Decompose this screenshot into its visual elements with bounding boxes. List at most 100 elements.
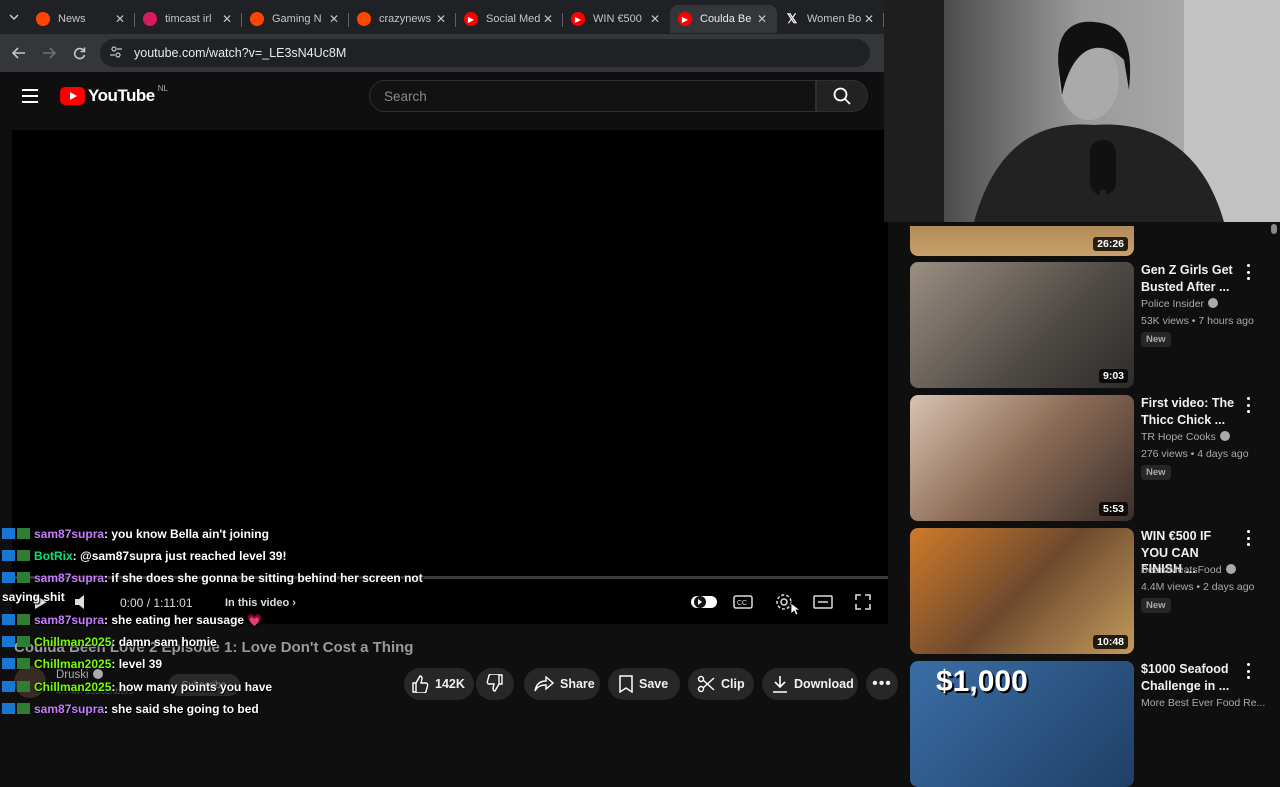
platform-badge-icon — [2, 658, 15, 669]
chat-username: BotRix — [34, 549, 73, 563]
dislike-button[interactable] — [476, 668, 514, 700]
browser-tab[interactable]: ▶ WIN €500 ✕ — [563, 5, 670, 33]
video-channel[interactable]: TR Hope Cooks — [1141, 431, 1230, 443]
chat-username: sam87supra — [34, 571, 105, 585]
platform-badge-icon — [17, 636, 30, 647]
like-button[interactable]: 142K — [404, 668, 474, 700]
clip-button[interactable]: Clip — [688, 668, 754, 700]
tab-title: WIN €500 — [593, 13, 642, 25]
reload-button[interactable] — [64, 38, 94, 68]
verified-icon — [1225, 564, 1236, 574]
close-tab-icon[interactable]: ✕ — [648, 12, 662, 26]
browser-tab[interactable]: ▶ Coulda Be ✕ — [670, 5, 777, 33]
theater-icon — [813, 595, 833, 609]
video-duration: 26:26 — [1093, 237, 1128, 251]
x-logo-icon: 𝕏 — [786, 11, 798, 26]
video-thumbnail[interactable]: 10:48 — [910, 528, 1134, 654]
close-tab-icon[interactable]: ✕ — [434, 12, 448, 26]
platform-badge-icon — [17, 528, 30, 539]
browser-tab[interactable]: News ✕ — [28, 5, 135, 33]
search-icon — [833, 87, 851, 105]
more-vertical-icon[interactable] — [1244, 530, 1252, 546]
video-thumbnail[interactable]: 9:03 — [910, 262, 1134, 388]
chat-text: : she said she going to bed — [104, 702, 259, 716]
platform-badge-icon — [2, 572, 15, 583]
tab-search-button[interactable] — [0, 0, 28, 34]
webcam-feed-image — [884, 0, 1280, 222]
new-badge: New — [1141, 598, 1171, 613]
site-favicon-icon — [357, 12, 371, 26]
close-tab-icon[interactable]: ✕ — [541, 12, 555, 26]
chapters-link[interactable]: In this video › — [225, 594, 296, 612]
mouse-cursor-icon — [790, 602, 800, 616]
more-vertical-icon[interactable] — [1244, 264, 1252, 280]
chat-username: sam87supra — [34, 613, 105, 627]
search-button[interactable] — [816, 80, 868, 112]
close-tab-icon[interactable]: ✕ — [327, 12, 341, 26]
scrollbar-thumb[interactable] — [1271, 224, 1277, 234]
video-channel[interactable]: BeardMeatsFood — [1141, 564, 1236, 576]
video-title[interactable]: First video: The Thicc Chick ... — [1141, 395, 1241, 428]
search-placeholder: Search — [384, 88, 427, 104]
video-channel[interactable]: Police Insider — [1141, 298, 1219, 310]
thumbnail-text: $1,000 — [936, 665, 1028, 698]
back-button[interactable] — [4, 38, 34, 68]
close-tab-icon[interactable]: ✕ — [113, 12, 127, 26]
site-favicon-icon — [250, 12, 264, 26]
share-icon — [534, 676, 554, 692]
platform-badge-icon — [17, 614, 30, 625]
menu-icon[interactable] — [22, 89, 38, 103]
search-input[interactable]: Search — [369, 80, 816, 112]
browser-tab[interactable]: timcast irl ✕ — [135, 5, 242, 33]
video-title[interactable]: $1000 Seafood Challenge in ... — [1141, 661, 1241, 694]
chat-username: Chillman2025 — [34, 635, 112, 649]
chat-message: sam87supra: you know Bella ain't joining — [2, 527, 269, 541]
clip-label: Clip — [721, 677, 745, 691]
browser-tab[interactable]: 𝕏 Women Bo ✕ — [777, 5, 884, 33]
youtube-play-icon — [60, 87, 85, 105]
video-title[interactable]: Gen Z Girls Get Busted After ... — [1141, 262, 1241, 295]
platform-badge-icon — [2, 614, 15, 625]
video-channel[interactable]: More Best Ever Food Re... — [1141, 697, 1265, 709]
chat-text: : if she does she gonna be sitting behin… — [104, 571, 423, 585]
browser-tab[interactable]: crazynews ✕ — [349, 5, 456, 33]
tab-title: timcast irl — [165, 13, 212, 25]
autoplay-toggle[interactable] — [690, 592, 718, 612]
share-button[interactable]: Share — [524, 668, 600, 700]
site-favicon-icon — [36, 12, 50, 26]
logo-text: YouTube — [88, 86, 155, 105]
toggle-icon — [691, 596, 717, 608]
more-horizontal-icon: ••• — [872, 675, 892, 692]
more-vertical-icon[interactable] — [1244, 397, 1252, 413]
site-info-icon[interactable] — [110, 45, 122, 61]
captions-button[interactable]: CC — [732, 592, 754, 612]
download-button[interactable]: Download — [762, 668, 858, 700]
thumbs-down-icon — [486, 672, 504, 695]
video-meta: 4.4M views • 2 days ago — [1141, 581, 1255, 593]
video-meta: 53K views • 7 hours ago — [1141, 315, 1254, 327]
theater-mode-button[interactable] — [812, 592, 834, 612]
youtube-logo[interactable]: YouTube NL — [60, 83, 168, 106]
fullscreen-button[interactable] — [852, 592, 874, 612]
url-field[interactable]: youtube.com/watch?v=_LE3sN4Uc8M — [100, 39, 870, 67]
chat-username: Chillman2025 — [34, 680, 112, 694]
browser-tab-bar: News ✕ timcast irl ✕ Gaming N ✕ crazynew… — [0, 0, 884, 34]
browser-tab[interactable]: ▶ Social Med ✕ — [456, 5, 563, 33]
address-bar-row: youtube.com/watch?v=_LE3sN4Uc8M — [0, 34, 884, 72]
video-thumbnail[interactable]: 5:53 — [910, 395, 1134, 521]
close-tab-icon[interactable]: ✕ — [220, 12, 234, 26]
country-code: NL — [157, 83, 168, 93]
volume-button[interactable] — [72, 592, 94, 612]
browser-tab[interactable]: Gaming N ✕ — [242, 5, 349, 33]
reload-icon — [73, 47, 85, 59]
more-actions-button[interactable]: ••• — [866, 668, 898, 700]
platform-badge-icon — [2, 636, 15, 647]
video-thumbnail[interactable]: $1,000 — [910, 661, 1134, 787]
close-tab-icon[interactable]: ✕ — [862, 12, 876, 26]
video-duration: 10:48 — [1093, 635, 1128, 649]
close-tab-icon[interactable]: ✕ — [755, 12, 769, 26]
forward-button[interactable] — [34, 38, 64, 68]
save-button[interactable]: Save — [608, 668, 680, 700]
site-favicon-icon: ▶ — [678, 12, 692, 26]
more-vertical-icon[interactable] — [1244, 663, 1252, 679]
